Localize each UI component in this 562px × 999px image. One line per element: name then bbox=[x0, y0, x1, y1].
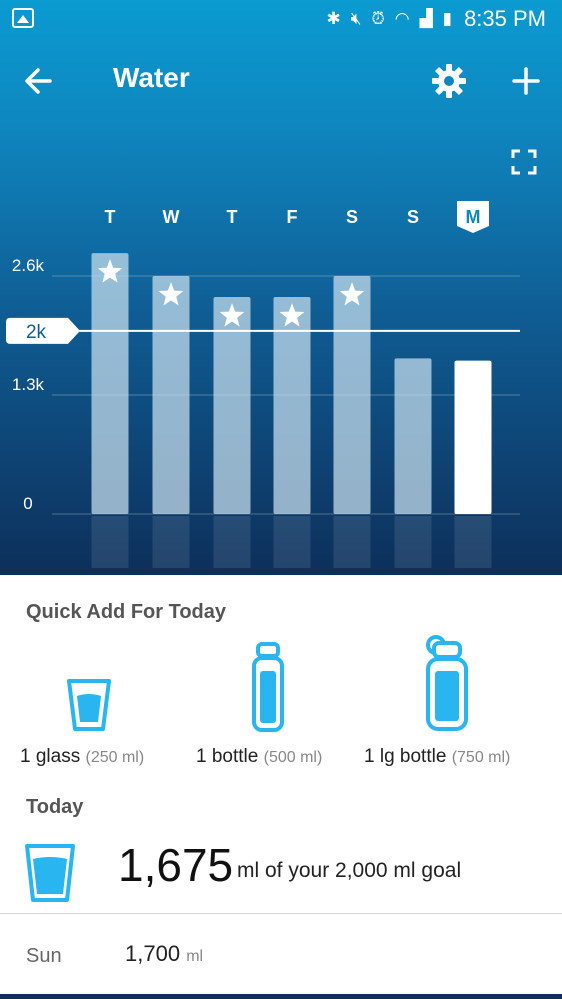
large-bottle-icon bbox=[426, 635, 468, 731]
water-header-panel: ✱ 🔇︎ ⏰︎ ◠ ▟ ▮ 8:35 PM Water 2k 0 1.3k 2.… bbox=[0, 0, 562, 575]
bar-2[interactable] bbox=[213, 297, 251, 514]
today-amount: 1,675 bbox=[118, 839, 234, 891]
quick-add-glass-size: (250 ml) bbox=[85, 749, 145, 766]
day-label[interactable]: T bbox=[105, 207, 116, 227]
bar-0[interactable] bbox=[91, 253, 129, 514]
day-label[interactable]: F bbox=[287, 207, 298, 227]
bar-reflection bbox=[333, 516, 371, 568]
today-goal-text: ml of your 2,000 ml goal bbox=[237, 859, 462, 882]
bottom-strip bbox=[0, 994, 562, 999]
bar-reflection bbox=[273, 516, 311, 568]
day-label[interactable]: S bbox=[346, 207, 358, 227]
bar-4[interactable] bbox=[333, 276, 371, 514]
glass-icon bbox=[67, 679, 111, 731]
y-tick-label: 2.6k bbox=[12, 256, 45, 275]
goal-label: 2k bbox=[26, 322, 47, 343]
quick-add-title: Quick Add For Today bbox=[26, 601, 227, 623]
divider bbox=[0, 913, 562, 914]
quick-add-large-bottle-size: (750 ml) bbox=[451, 749, 511, 766]
bar-5[interactable] bbox=[394, 358, 432, 514]
history-day: Sun bbox=[26, 945, 62, 967]
day-label[interactable]: S bbox=[407, 207, 419, 227]
day-label[interactable]: M bbox=[466, 207, 481, 227]
y-tick-label: 1.3k bbox=[12, 375, 45, 394]
y-tick-label: 0 bbox=[23, 494, 32, 513]
today-glass-icon bbox=[25, 844, 75, 902]
bar-reflection bbox=[394, 516, 432, 568]
quick-add-bottle-size: (500 ml) bbox=[263, 749, 323, 766]
bar-1[interactable] bbox=[152, 276, 190, 514]
bar-reflection bbox=[91, 516, 129, 568]
bar-reflection bbox=[213, 516, 251, 568]
bar-3[interactable] bbox=[273, 297, 311, 514]
day-label[interactable]: W bbox=[163, 207, 180, 227]
today-title: Today bbox=[26, 796, 84, 818]
bottle-icon bbox=[252, 642, 284, 732]
bar-reflection bbox=[454, 516, 492, 568]
quick-add-glass-name: 1 glass bbox=[20, 746, 81, 767]
day-label[interactable]: T bbox=[227, 207, 238, 227]
quick-add-large-bottle-name: 1 lg bottle bbox=[364, 746, 447, 767]
bar-6[interactable] bbox=[454, 360, 492, 514]
quick-add-bottle-name: 1 bottle bbox=[196, 746, 259, 767]
history-unit: ml bbox=[186, 948, 204, 965]
bar-reflection bbox=[152, 516, 190, 568]
water-chart: 2k 0 1.3k 2.6k T W T F S S M bbox=[6, 201, 520, 568]
history-value: 1,700 bbox=[125, 941, 181, 966]
